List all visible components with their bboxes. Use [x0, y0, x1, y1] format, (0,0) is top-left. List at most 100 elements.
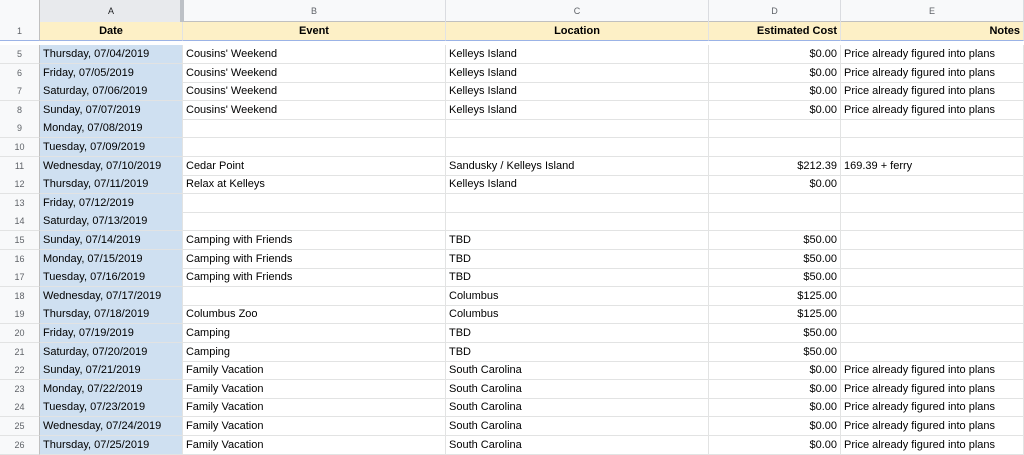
row-number[interactable]: 11 [0, 156, 40, 176]
estimated-cost-cell[interactable]: $0.00 [709, 361, 841, 381]
notes-cell[interactable]: Price already figured into plans [841, 417, 1024, 436]
estimated-cost-cell[interactable]: $212.39 [709, 156, 841, 176]
column-header-d[interactable]: D [709, 0, 841, 22]
row-number[interactable]: 25 [0, 417, 40, 436]
select-all-corner[interactable] [0, 0, 40, 22]
estimated-cost-cell[interactable] [709, 138, 841, 157]
event-cell[interactable] [183, 138, 446, 157]
estimated-cost-cell[interactable]: $50.00 [709, 324, 841, 343]
location-cell[interactable]: South Carolina [446, 379, 709, 399]
date-cell[interactable]: Friday, 07/05/2019 [40, 63, 183, 83]
notes-cell[interactable]: Price already figured into plans [841, 82, 1024, 102]
notes-cell[interactable] [841, 119, 1024, 139]
notes-cell[interactable] [841, 193, 1024, 213]
date-cell[interactable]: Sunday, 07/07/2019 [40, 100, 183, 120]
date-cell[interactable]: Thursday, 07/18/2019 [40, 305, 183, 325]
estimated-cost-cell[interactable]: $50.00 [709, 342, 841, 362]
event-cell[interactable] [183, 193, 446, 213]
notes-cell[interactable] [841, 286, 1024, 306]
row-number[interactable]: 13 [0, 193, 40, 213]
location-cell[interactable]: South Carolina [446, 435, 709, 455]
event-cell[interactable] [183, 119, 446, 139]
event-cell[interactable] [183, 286, 446, 306]
row-number[interactable]: 7 [0, 82, 40, 102]
notes-cell[interactable] [841, 175, 1024, 195]
row-number[interactable]: 20 [0, 324, 40, 343]
date-cell[interactable]: Friday, 07/12/2019 [40, 193, 183, 213]
notes-cell[interactable] [841, 212, 1024, 232]
notes-cell[interactable]: Price already figured into plans [841, 63, 1024, 83]
location-cell[interactable]: Sandusky / Kelleys Island [446, 156, 709, 176]
location-cell[interactable]: Kelleys Island [446, 45, 709, 64]
estimated-cost-cell[interactable] [709, 212, 841, 232]
estimated-cost-cell[interactable]: $0.00 [709, 82, 841, 102]
estimated-cost-cell[interactable]: $0.00 [709, 398, 841, 418]
event-cell[interactable]: Family Vacation [183, 398, 446, 418]
notes-cell[interactable] [841, 324, 1024, 343]
row-number[interactable]: 26 [0, 435, 40, 455]
row-number[interactable]: 14 [0, 212, 40, 232]
location-cell[interactable] [446, 119, 709, 139]
event-cell[interactable]: Cousins' Weekend [183, 100, 446, 120]
estimated-cost-cell[interactable]: $0.00 [709, 45, 841, 64]
date-cell[interactable]: Saturday, 07/13/2019 [40, 212, 183, 232]
date-cell[interactable]: Thursday, 07/25/2019 [40, 435, 183, 455]
row-number[interactable]: 9 [0, 119, 40, 139]
event-cell[interactable]: Cousins' Weekend [183, 63, 446, 83]
event-cell[interactable]: Camping [183, 324, 446, 343]
location-cell[interactable]: Kelleys Island [446, 63, 709, 83]
location-cell[interactable]: TBD [446, 249, 709, 269]
row-number[interactable]: 12 [0, 175, 40, 195]
estimated-cost-cell[interactable]: $0.00 [709, 100, 841, 120]
event-cell[interactable]: Camping with Friends [183, 268, 446, 288]
date-cell[interactable]: Saturday, 07/06/2019 [40, 82, 183, 102]
row-number[interactable]: 19 [0, 305, 40, 325]
header-cell-event[interactable]: Event [183, 22, 446, 41]
notes-cell[interactable]: Price already figured into plans [841, 361, 1024, 381]
location-cell[interactable]: TBD [446, 342, 709, 362]
event-cell[interactable]: Family Vacation [183, 435, 446, 455]
date-cell[interactable]: Thursday, 07/04/2019 [40, 45, 183, 64]
row-number[interactable]: 16 [0, 249, 40, 269]
date-cell[interactable]: Wednesday, 07/10/2019 [40, 156, 183, 176]
date-cell[interactable]: Saturday, 07/20/2019 [40, 342, 183, 362]
notes-cell[interactable] [841, 305, 1024, 325]
event-cell[interactable]: Columbus Zoo [183, 305, 446, 325]
estimated-cost-cell[interactable]: $50.00 [709, 268, 841, 288]
location-cell[interactable]: TBD [446, 231, 709, 250]
event-cell[interactable]: Relax at Kelleys [183, 175, 446, 195]
date-cell[interactable]: Thursday, 07/11/2019 [40, 175, 183, 195]
event-cell[interactable]: Family Vacation [183, 417, 446, 436]
estimated-cost-cell[interactable] [709, 193, 841, 213]
location-cell[interactable]: Kelleys Island [446, 100, 709, 120]
row-number[interactable]: 6 [0, 63, 40, 83]
location-cell[interactable] [446, 193, 709, 213]
date-cell[interactable]: Wednesday, 07/17/2019 [40, 286, 183, 306]
location-cell[interactable] [446, 138, 709, 157]
location-cell[interactable]: Kelleys Island [446, 175, 709, 195]
event-cell[interactable]: Camping with Friends [183, 231, 446, 250]
notes-cell[interactable] [841, 342, 1024, 362]
notes-cell[interactable]: Price already figured into plans [841, 435, 1024, 455]
notes-cell[interactable]: Price already figured into plans [841, 100, 1024, 120]
estimated-cost-cell[interactable]: $0.00 [709, 379, 841, 399]
column-header-e[interactable]: E [841, 0, 1024, 22]
row-number[interactable]: 18 [0, 286, 40, 306]
location-cell[interactable]: TBD [446, 324, 709, 343]
date-cell[interactable]: Tuesday, 07/16/2019 [40, 268, 183, 288]
location-cell[interactable]: Columbus [446, 305, 709, 325]
row-number[interactable]: 8 [0, 100, 40, 120]
notes-cell[interactable]: Price already figured into plans [841, 379, 1024, 399]
event-cell[interactable]: Family Vacation [183, 361, 446, 381]
notes-cell[interactable] [841, 138, 1024, 157]
row-number[interactable]: 15 [0, 231, 40, 250]
date-cell[interactable]: Monday, 07/15/2019 [40, 249, 183, 269]
row-number[interactable]: 5 [0, 45, 40, 64]
event-cell[interactable] [183, 212, 446, 232]
notes-cell[interactable] [841, 268, 1024, 288]
event-cell[interactable]: Camping [183, 342, 446, 362]
row-number[interactable]: 1 [0, 22, 40, 41]
column-header-a[interactable]: A [40, 0, 183, 22]
event-cell[interactable]: Family Vacation [183, 379, 446, 399]
date-cell[interactable]: Tuesday, 07/23/2019 [40, 398, 183, 418]
